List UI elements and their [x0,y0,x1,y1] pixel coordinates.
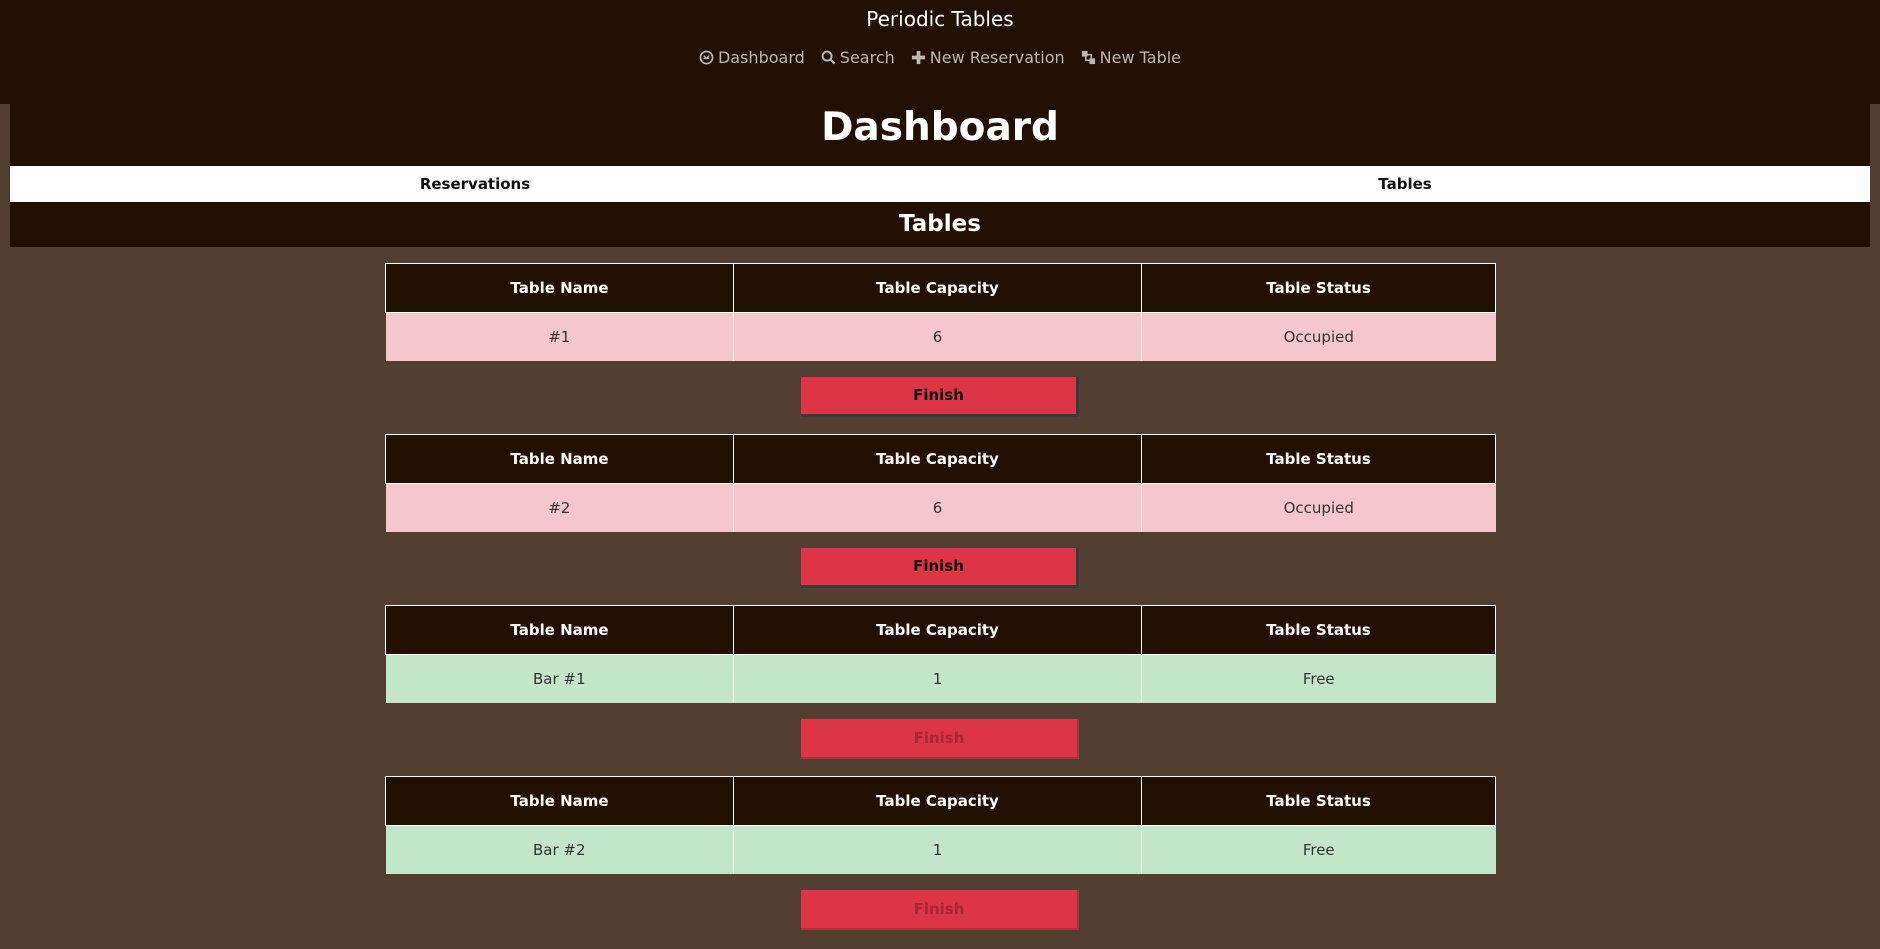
finish-wrap: Finish [385,874,1495,949]
table-status-cell: Free [1141,654,1496,703]
nav-dashboard[interactable]: Dashboard [699,48,805,67]
main-nav: Dashboard Search New Reservation New Tab… [0,48,1880,67]
plus-icon [911,50,926,65]
header-table-status: Table Status [1141,434,1496,484]
table-info: Table Name Table Capacity Table Status #… [385,263,1496,361]
table-header-row: Table Name Table Capacity Table Status [385,776,1496,826]
section-title: Tables [899,211,981,237]
finish-button[interactable]: Finish [801,376,1079,417]
finish-wrap: Finish [385,703,1495,778]
header-table-status: Table Status [1141,776,1496,826]
tables-list: Table Name Table Capacity Table Status #… [385,263,1496,949]
table-row: Bar #2 1 Free [385,825,1496,874]
tab-reservations[interactable]: Reservations [10,166,940,202]
search-icon [821,50,836,65]
finish-button[interactable]: Finish [801,718,1079,759]
dashboard-tabs: Reservations Tables [10,166,1870,202]
header-table-status: Table Status [1141,263,1496,313]
finish-wrap: Finish [385,532,1495,607]
table-info: Table Name Table Capacity Table Status B… [385,776,1496,874]
finish-wrap: Finish [385,361,1495,436]
header-table-status: Table Status [1141,605,1496,655]
finish-button[interactable]: Finish [801,889,1079,930]
table-status-cell: Free [1141,825,1496,874]
table-info: Table Name Table Capacity Table Status B… [385,605,1496,703]
table-name-cell: Bar #1 [385,654,734,703]
header-table-capacity: Table Capacity [733,263,1142,313]
table-name-cell: Bar #2 [385,825,734,874]
brand-title[interactable]: Periodic Tables [0,8,1880,30]
nav-search-label: Search [839,48,895,67]
header-table-name: Table Name [385,263,734,313]
table-block: Table Name Table Capacity Table Status B… [385,605,1496,778]
header-table-capacity: Table Capacity [733,434,1142,484]
nav-search[interactable]: Search [821,48,895,67]
header-table-name: Table Name [385,776,734,826]
header-table-capacity: Table Capacity [733,776,1142,826]
table-header-row: Table Name Table Capacity Table Status [385,434,1496,484]
table-status-cell: Occupied [1141,483,1496,532]
table-capacity-cell: 1 [733,825,1142,874]
table-row: #1 6 Occupied [385,312,1496,361]
dashboard-icon [699,50,714,65]
table-capacity-cell: 1 [733,654,1142,703]
table-header-row: Table Name Table Capacity Table Status [385,263,1496,313]
table-info: Table Name Table Capacity Table Status #… [385,434,1496,532]
layers-icon [1081,50,1096,65]
table-block: Table Name Table Capacity Table Status #… [385,263,1496,436]
header-table-name: Table Name [385,434,734,484]
nav-new-table[interactable]: New Table [1081,48,1181,67]
page-title: Dashboard [821,105,1059,150]
nav-dashboard-label: Dashboard [717,48,805,67]
tab-tables[interactable]: Tables [940,166,1870,202]
header-table-capacity: Table Capacity [733,605,1142,655]
table-row: #2 6 Occupied [385,483,1496,532]
table-header-row: Table Name Table Capacity Table Status [385,605,1496,655]
table-name-cell: #2 [385,483,734,532]
table-status-cell: Occupied [1141,312,1496,361]
table-row: Bar #1 1 Free [385,654,1496,703]
finish-button[interactable]: Finish [801,547,1079,588]
nav-new-reservation[interactable]: New Reservation [911,48,1065,67]
table-name-cell: #1 [385,312,734,361]
header-table-name: Table Name [385,605,734,655]
table-capacity-cell: 6 [733,483,1142,532]
nav-new-reservation-label: New Reservation [929,48,1065,67]
table-capacity-cell: 6 [733,312,1142,361]
table-block: Table Name Table Capacity Table Status B… [385,776,1496,949]
nav-new-table-label: New Table [1099,48,1182,67]
table-block: Table Name Table Capacity Table Status #… [385,434,1496,607]
